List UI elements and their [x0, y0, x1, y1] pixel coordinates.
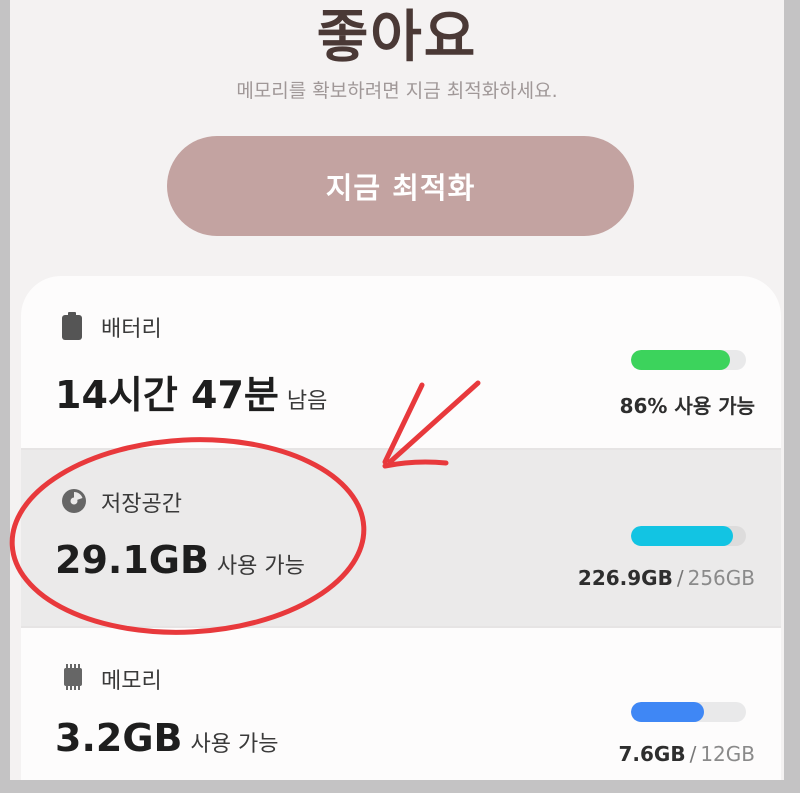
memory-total: 12GB: [700, 742, 755, 766]
storage-usage-bar: [631, 526, 746, 546]
memory-chip-icon: [61, 664, 85, 694]
battery-icon: [61, 312, 83, 344]
storage-available: 29.1GB 사용 가능: [55, 538, 305, 582]
battery-level-fill: [631, 350, 730, 370]
status-subtitle: 메모리를 확보하려면 지금 최적화하세요.: [236, 80, 558, 102]
battery-level-bar: [631, 350, 746, 370]
memory-available-value: 3.2GB: [55, 716, 183, 760]
memory-used: 7.6GB: [618, 742, 686, 766]
storage-available-value: 29.1GB: [55, 538, 209, 582]
storage-available-suffix: 사용 가능: [216, 554, 305, 579]
battery-status: 86% 사용 가능: [619, 394, 755, 418]
pie-chart-icon: [61, 488, 87, 518]
status-headline: 좋아요: [316, 5, 478, 70]
memory-available-suffix: 사용 가능: [190, 732, 279, 757]
memory-usage-text: 7.6GB/12GB: [618, 742, 755, 766]
battery-remaining: 14시간 47분 남음: [55, 364, 327, 419]
memory-usage-fill: [631, 702, 704, 722]
battery-row[interactable]: 배터리 14시간 47분 남음 86% 사용 가능: [21, 276, 781, 448]
storage-row[interactable]: 저장공간 29.1GB 사용 가능 226.9GB/256GB: [21, 450, 781, 626]
battery-title: 배터리: [101, 317, 162, 342]
memory-title: 메모리: [101, 669, 162, 694]
storage-title: 저장공간: [101, 492, 182, 517]
memory-usage-bar: [631, 702, 746, 722]
storage-total: 256GB: [687, 566, 755, 590]
storage-usage-text: 226.9GB/256GB: [578, 566, 755, 590]
storage-used: 226.9GB: [577, 566, 673, 590]
battery-remaining-value: 14시간 47분: [55, 373, 279, 417]
battery-remaining-suffix: 남음: [286, 389, 328, 414]
device-stats-card: 배터리 14시간 47분 남음 86% 사용 가능 저장공간 29.1GB 사용 가…: [21, 276, 781, 780]
optimize-now-button[interactable]: 지금 최적화: [167, 136, 634, 236]
memory-available: 3.2GB 사용 가능: [55, 716, 278, 760]
device-care-screen: 좋아요 메모리를 확보하려면 지금 최적화하세요. 지금 최적화 배터리 14시…: [10, 0, 784, 780]
storage-usage-fill: [631, 526, 733, 546]
memory-separator: /: [689, 742, 697, 766]
storage-separator: /: [676, 566, 684, 590]
memory-row[interactable]: 메모리 3.2GB 사용 가능 7.6GB/12GB: [21, 628, 781, 780]
